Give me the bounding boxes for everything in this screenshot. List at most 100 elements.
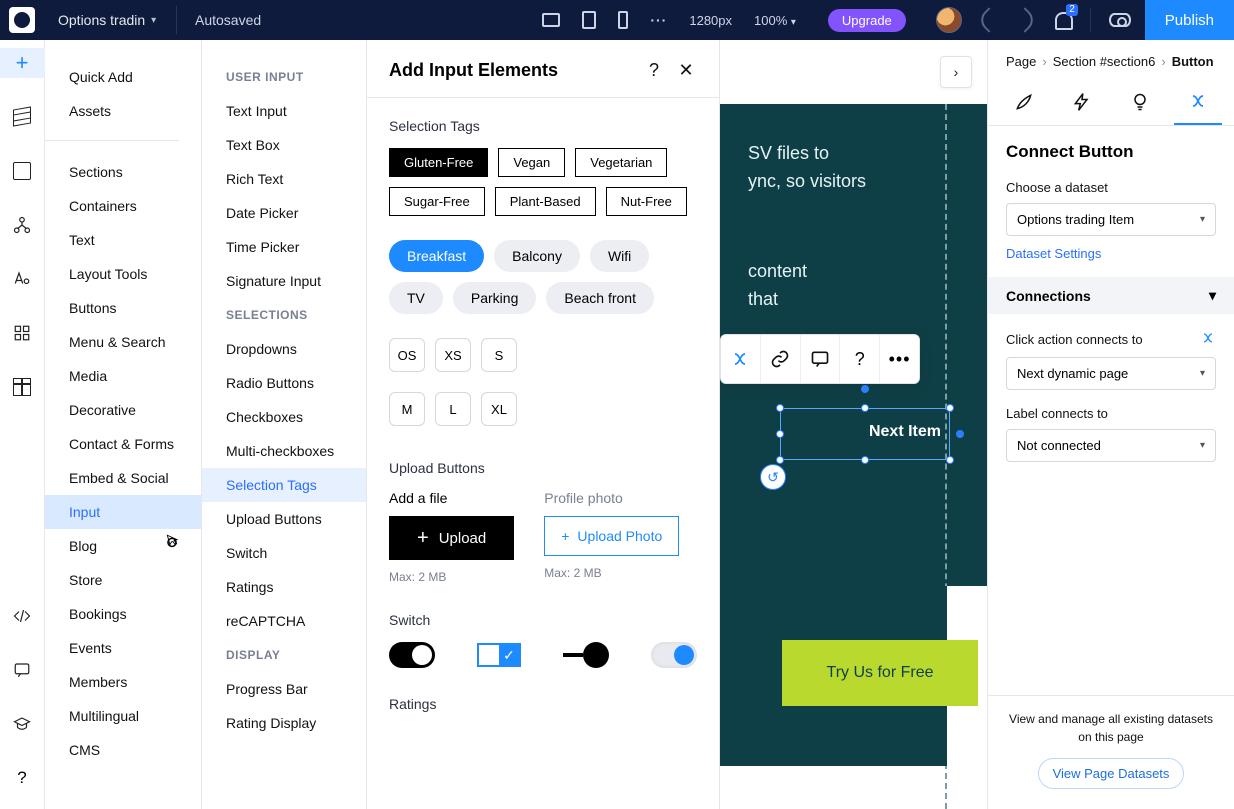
sub-radio-buttons[interactable]: Radio Buttons <box>202 366 366 400</box>
cat-assets[interactable]: Assets <box>45 94 179 128</box>
sub-multi-checkboxes[interactable]: Multi-checkboxes <box>202 434 366 468</box>
cat-layout-tools[interactable]: Layout Tools <box>45 257 201 291</box>
size-xs[interactable]: XS <box>435 338 471 372</box>
sub-rating-display[interactable]: Rating Display <box>202 706 366 740</box>
view-page-datasets-button[interactable]: View Page Datasets <box>1038 758 1185 789</box>
connections-accordion[interactable]: Connections ▾ <box>988 277 1234 314</box>
publish-button[interactable]: Publish <box>1145 0 1234 40</box>
tag-plant-based[interactable]: Plant-Based <box>495 187 596 216</box>
rail-chat[interactable] <box>0 655 45 685</box>
switch-preset-check[interactable]: ✓ <box>477 643 521 667</box>
sub-recaptcha[interactable]: reCAPTCHA <box>202 604 366 638</box>
crumb-page[interactable]: Page <box>1006 54 1036 69</box>
size-m[interactable]: M <box>389 392 425 426</box>
app-logo[interactable] <box>0 0 44 40</box>
pill-wifi[interactable]: Wifi <box>590 240 649 272</box>
tab-interactions[interactable] <box>1058 83 1106 125</box>
resize-handle[interactable] <box>861 456 869 464</box>
sub-upload-buttons[interactable]: Upload Buttons <box>202 502 366 536</box>
tag-vegetarian[interactable]: Vegetarian <box>575 148 667 177</box>
cat-contact-forms[interactable]: Contact & Forms <box>45 427 201 461</box>
cat-events[interactable]: Events <box>45 631 201 665</box>
cat-multilingual[interactable]: Multilingual <box>45 699 201 733</box>
dataset-dropdown[interactable]: Options trading Item ▾ <box>1006 203 1216 236</box>
tag-gluten-free[interactable]: Gluten-Free <box>389 148 488 177</box>
cat-store[interactable]: Store <box>45 563 201 597</box>
sub-selection-tags[interactable]: Selection Tags <box>202 468 366 502</box>
rail-help[interactable]: ? <box>0 763 45 793</box>
upgrade-button[interactable]: Upgrade <box>828 9 906 32</box>
cat-media[interactable]: Media <box>45 359 201 393</box>
pill-breakfast[interactable]: Breakfast <box>389 240 484 272</box>
click-action-dropdown[interactable]: Next dynamic page ▾ <box>1006 357 1216 390</box>
cat-text[interactable]: Text <box>45 223 201 257</box>
size-l[interactable]: L <box>435 392 471 426</box>
action-comment[interactable] <box>800 335 840 383</box>
page-dropdown[interactable]: Options tradin ▾ <box>58 12 158 28</box>
cat-input[interactable]: Input <box>45 495 201 529</box>
cat-decorative[interactable]: Decorative <box>45 393 201 427</box>
rail-learn[interactable] <box>0 709 45 739</box>
upload-preset-outline[interactable]: Profile photo + Upload Photo Max: 2 MB <box>544 490 679 584</box>
rail-page[interactable] <box>0 156 45 186</box>
switch-preset-black[interactable] <box>389 642 435 668</box>
pill-tv[interactable]: TV <box>389 282 443 314</box>
cat-blog[interactable]: Blog <box>45 529 201 563</box>
resize-handle[interactable] <box>776 456 784 464</box>
action-more[interactable]: ••• <box>879 335 919 383</box>
sub-rich-text[interactable]: Rich Text <box>202 162 366 196</box>
cat-containers[interactable]: Containers <box>45 189 201 223</box>
help-icon[interactable]: ? <box>643 60 665 81</box>
sub-checkboxes[interactable]: Checkboxes <box>202 400 366 434</box>
cat-menu-search[interactable]: Menu & Search <box>45 325 201 359</box>
tag-nut-free[interactable]: Nut-Free <box>606 187 687 216</box>
sub-text-input[interactable]: Text Input <box>202 94 366 128</box>
close-icon[interactable]: ✕ <box>675 60 697 81</box>
hero-text-block-1[interactable]: SV files to ync, so visitors <box>748 140 959 196</box>
connect-icon[interactable] <box>1200 330 1216 349</box>
crumb-section[interactable]: Section #section6 <box>1053 54 1156 69</box>
cat-members[interactable]: Members <box>45 665 201 699</box>
tag-preset-square[interactable]: Gluten-Free Vegan Vegetarian Sugar-Free … <box>389 148 697 216</box>
redo-icon[interactable] <box>1012 7 1037 32</box>
action-link[interactable] <box>760 335 800 383</box>
action-connect[interactable] <box>721 335 760 383</box>
desktop-icon[interactable] <box>542 13 560 27</box>
sub-dropdowns[interactable]: Dropdowns <box>202 332 366 366</box>
crumb-button[interactable]: Button <box>1172 54 1214 69</box>
tag-preset-pill[interactable]: Breakfast Balcony Wifi TV Parking Beach … <box>389 240 697 314</box>
dataset-settings-link[interactable]: Dataset Settings <box>1006 246 1216 261</box>
tab-connect[interactable] <box>1174 83 1222 125</box>
canvas[interactable]: › SV files to ync, so visitors content t… <box>720 40 987 809</box>
label-connects-dropdown[interactable]: Not connected ▾ <box>1006 429 1216 462</box>
cat-buttons[interactable]: Buttons <box>45 291 201 325</box>
cat-embed-social[interactable]: Embed & Social <box>45 461 201 495</box>
size-s[interactable]: S <box>481 338 517 372</box>
pill-balcony[interactable]: Balcony <box>494 240 580 272</box>
cat-cms[interactable]: CMS <box>45 733 201 767</box>
undo-icon[interactable] <box>976 7 1001 32</box>
tag-preset-size[interactable]: OS XS S M L XL <box>389 338 697 426</box>
sub-text-box[interactable]: Text Box <box>202 128 366 162</box>
resize-handle[interactable] <box>956 430 964 438</box>
tag-sugar-free[interactable]: Sugar-Free <box>389 187 485 216</box>
size-os[interactable]: OS <box>389 338 425 372</box>
sub-date-picker[interactable]: Date Picker <box>202 196 366 230</box>
sub-switch[interactable]: Switch <box>202 536 366 570</box>
canvas-width-label[interactable]: 1280px <box>689 13 732 28</box>
switch-preset-ios[interactable] <box>651 642 697 668</box>
canvas-expand-right[interactable]: › <box>940 56 972 88</box>
undo-element-icon[interactable]: ↺ <box>760 464 786 490</box>
hero-text-block-2[interactable]: content that <box>748 258 959 314</box>
sub-ratings[interactable]: Ratings <box>202 570 366 604</box>
cat-bookings[interactable]: Bookings <box>45 597 201 631</box>
canvas-cta-button[interactable]: Try Us for Free <box>782 640 978 706</box>
size-xl[interactable]: XL <box>481 392 517 426</box>
sub-time-picker[interactable]: Time Picker <box>202 230 366 264</box>
notifications-icon[interactable]: 2 <box>1052 10 1072 30</box>
avatar[interactable] <box>936 7 962 33</box>
tag-vegan[interactable]: Vegan <box>498 148 565 177</box>
resize-handle[interactable] <box>776 430 784 438</box>
resize-handle[interactable] <box>946 456 954 464</box>
resize-handle[interactable] <box>776 404 784 412</box>
